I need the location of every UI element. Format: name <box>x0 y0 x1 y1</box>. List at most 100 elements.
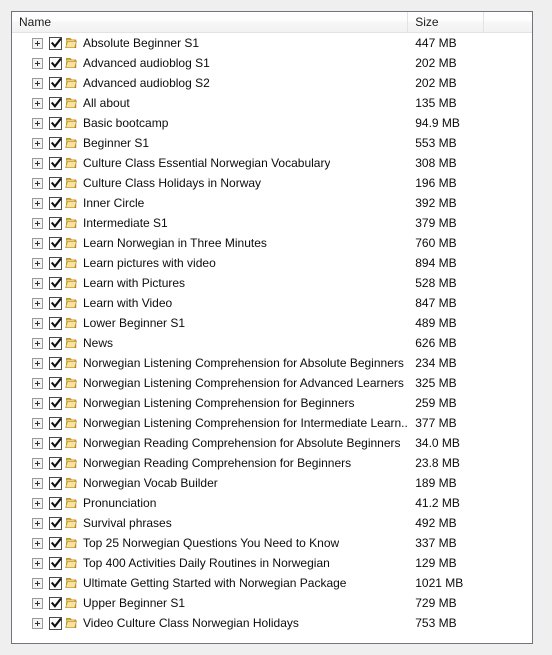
plus-square-icon[interactable] <box>32 497 43 509</box>
plus-square-icon[interactable] <box>32 277 43 289</box>
table-row[interactable]: Norwegian Vocab Builder 189 MB <box>12 473 532 493</box>
checkbox-checked-icon[interactable] <box>49 476 62 490</box>
checkbox-checked-icon[interactable] <box>49 496 62 510</box>
checkbox-checked-icon[interactable] <box>49 336 62 350</box>
table-row[interactable]: Learn with Video 847 MB <box>12 293 532 313</box>
table-row[interactable]: Advanced audioblog S1 202 MB <box>12 53 532 73</box>
table-row[interactable]: Norwegian Listening Comprehension for Ab… <box>12 353 532 373</box>
checkbox-checked-icon[interactable] <box>49 256 62 270</box>
checkbox-checked-icon[interactable] <box>49 156 62 170</box>
table-row[interactable]: Advanced audioblog S2 202 MB <box>12 73 532 93</box>
plus-square-icon[interactable] <box>32 377 43 389</box>
checkbox-checked-icon[interactable] <box>49 96 62 110</box>
folder-icon <box>65 176 80 190</box>
checkbox-checked-icon[interactable] <box>49 296 62 310</box>
table-row[interactable]: Norwegian Listening Comprehension for In… <box>12 413 532 433</box>
checkbox-checked-icon[interactable] <box>49 196 62 210</box>
column-header-filler[interactable] <box>484 12 532 32</box>
plus-square-icon[interactable] <box>32 237 43 249</box>
plus-square-icon[interactable] <box>32 457 43 469</box>
column-header-name[interactable]: Name <box>12 12 409 32</box>
table-row[interactable]: Culture Class Essential Norwegian Vocabu… <box>12 153 532 173</box>
table-row[interactable]: Ultimate Getting Started with Norwegian … <box>12 573 532 593</box>
table-row[interactable]: Basic bootcamp 94.9 MB <box>12 113 532 133</box>
plus-square-icon[interactable] <box>32 357 43 369</box>
checkbox-checked-icon[interactable] <box>49 616 62 630</box>
checkbox-checked-icon[interactable] <box>49 576 62 590</box>
checkbox-checked-icon[interactable] <box>49 516 62 530</box>
plus-square-icon[interactable] <box>32 177 43 189</box>
checkbox-checked-icon[interactable] <box>49 396 62 410</box>
plus-square-icon[interactable] <box>32 417 43 429</box>
plus-square-icon[interactable] <box>32 157 43 169</box>
plus-square-icon[interactable] <box>32 37 43 49</box>
table-row[interactable]: All about 135 MB <box>12 93 532 113</box>
table-row[interactable]: Beginner S1 553 MB <box>12 133 532 153</box>
table-row[interactable]: Absolute Beginner S1 447 MB <box>12 33 532 53</box>
checkbox-checked-icon[interactable] <box>49 136 62 150</box>
plus-square-icon[interactable] <box>32 617 43 629</box>
plus-square-icon[interactable] <box>32 317 43 329</box>
table-row[interactable]: Survival phrases 492 MB <box>12 513 532 533</box>
plus-square-icon[interactable] <box>32 517 43 529</box>
plus-square-icon[interactable] <box>32 197 43 209</box>
plus-square-icon[interactable] <box>32 397 43 409</box>
table-row[interactable]: Norwegian Reading Comprehension for Abso… <box>12 433 532 453</box>
checkbox-checked-icon[interactable] <box>49 536 62 550</box>
table-row[interactable]: Top 400 Activities Daily Routines in Nor… <box>12 553 532 573</box>
checkbox-checked-icon[interactable] <box>49 36 62 50</box>
checkbox-checked-icon[interactable] <box>49 416 62 430</box>
checkbox-checked-icon[interactable] <box>49 176 62 190</box>
row-name-label: Absolute Beginner S1 <box>83 36 200 50</box>
plus-square-icon[interactable] <box>32 257 43 269</box>
checkbox-checked-icon[interactable] <box>49 56 62 70</box>
plus-square-icon[interactable] <box>32 117 43 129</box>
row-name-label: Advanced audioblog S2 <box>83 76 210 90</box>
plus-square-icon[interactable] <box>32 597 43 609</box>
plus-square-icon[interactable] <box>32 477 43 489</box>
checkbox-checked-icon[interactable] <box>49 376 62 390</box>
plus-square-icon[interactable] <box>32 577 43 589</box>
checkbox-checked-icon[interactable] <box>49 436 62 450</box>
column-header-size[interactable]: Size <box>408 12 485 32</box>
table-row[interactable]: Learn with Pictures 528 MB <box>12 273 532 293</box>
table-row[interactable]: Learn Norwegian in Three Minutes 760 MB <box>12 233 532 253</box>
table-row[interactable]: News 626 MB <box>12 333 532 353</box>
checkbox-checked-icon[interactable] <box>49 76 62 90</box>
table-row[interactable]: Top 25 Norwegian Questions You Need to K… <box>12 533 532 553</box>
table-row[interactable]: Learn pictures with video 894 MB <box>12 253 532 273</box>
checkbox-checked-icon[interactable] <box>49 276 62 290</box>
plus-square-icon[interactable] <box>32 437 43 449</box>
checkbox-checked-icon[interactable] <box>49 556 62 570</box>
plus-square-icon[interactable] <box>32 97 43 109</box>
plus-square-icon[interactable] <box>32 137 43 149</box>
checkbox-checked-icon[interactable] <box>49 356 62 370</box>
table-row[interactable]: Inner Circle 392 MB <box>12 193 532 213</box>
plus-square-icon[interactable] <box>32 297 43 309</box>
table-row[interactable]: Lower Beginner S1 489 MB <box>12 313 532 333</box>
table-row[interactable]: Video Culture Class Norwegian Holidays 75… <box>12 613 532 633</box>
row-size-cell: 626 MB <box>415 336 457 350</box>
checkbox-checked-icon[interactable] <box>49 456 62 470</box>
checkbox-checked-icon[interactable] <box>49 596 62 610</box>
row-size-cell: 202 MB <box>415 76 457 90</box>
table-row[interactable]: Intermediate S1 379 MB <box>12 213 532 233</box>
table-row[interactable]: Norwegian Reading Comprehension for Begi… <box>12 453 532 473</box>
checkbox-checked-icon[interactable] <box>49 236 62 250</box>
plus-square-icon[interactable] <box>32 537 43 549</box>
table-row[interactable]: Norwegian Listening Comprehension for Be… <box>12 393 532 413</box>
checkbox-checked-icon[interactable] <box>49 216 62 230</box>
table-row[interactable]: Pronunciation 41.2 MB <box>12 493 532 513</box>
plus-square-icon[interactable] <box>32 337 43 349</box>
checkbox-checked-icon[interactable] <box>49 316 62 330</box>
checkbox-checked-icon[interactable] <box>49 116 62 130</box>
table-row[interactable]: Norwegian Listening Comprehension for Ad… <box>12 373 532 393</box>
table-row[interactable]: Culture Class Holidays in Norway 196 MB <box>12 173 532 193</box>
folder-icon <box>65 356 80 370</box>
plus-square-icon[interactable] <box>32 77 43 89</box>
table-row[interactable]: Upper Beginner S1 729 MB <box>12 593 532 613</box>
plus-square-icon[interactable] <box>32 57 43 69</box>
plus-square-icon[interactable] <box>32 557 43 569</box>
plus-square-icon[interactable] <box>32 217 43 229</box>
file-list-view[interactable]: Name Size Absolute Beginner S1 447 MB Adva… <box>11 11 533 644</box>
